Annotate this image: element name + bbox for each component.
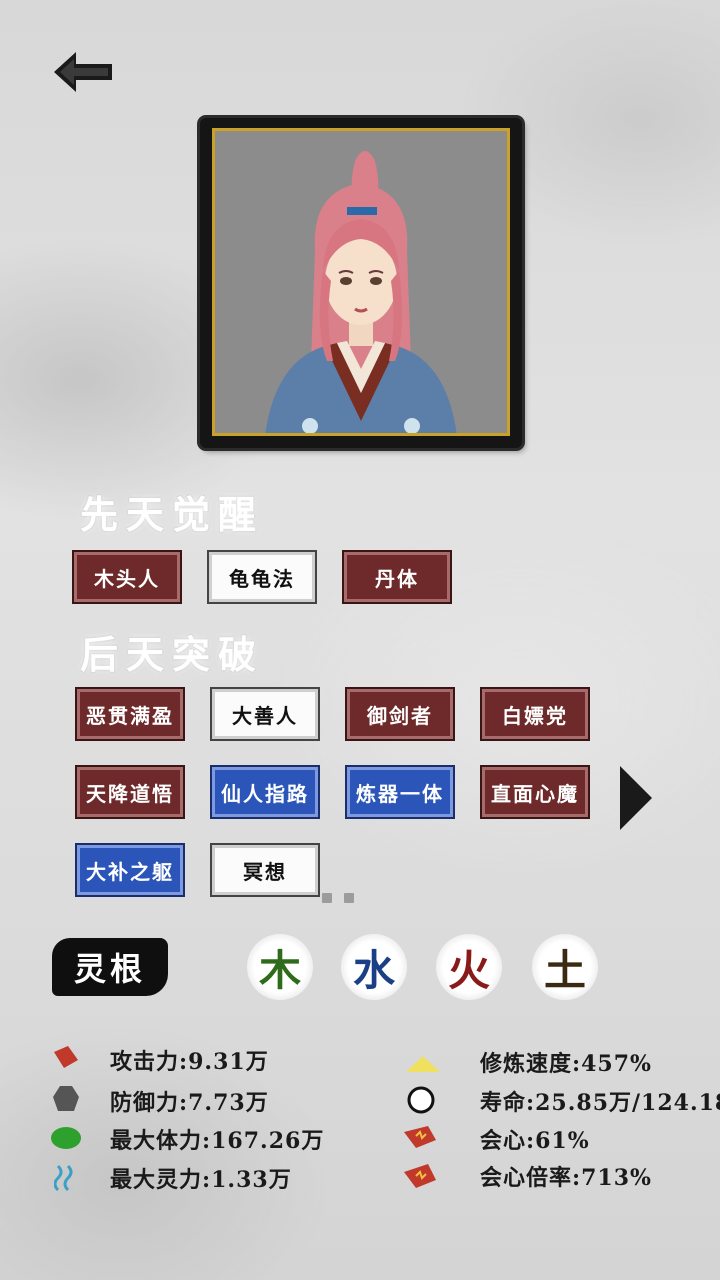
stat-crit-multiplier: 会心倍率:713% [480, 1165, 652, 1191]
acquired-tag-7[interactable]: 炼器一体 [345, 765, 455, 819]
arrow-left-icon [54, 52, 112, 92]
spirit-root-badge: 灵根 [52, 938, 168, 996]
next-page-arrow-icon[interactable] [620, 766, 652, 830]
crit-icon [404, 1126, 436, 1148]
innate-tag-3[interactable]: 丹体 [342, 550, 452, 604]
acquired-tag-5[interactable]: 天降道悟 [75, 765, 185, 819]
stat-attack: 攻击力:9.31万 [110, 1049, 269, 1075]
stat-max-mp: 最大灵力:1.33万 [110, 1167, 292, 1193]
acquired-tag-4[interactable]: 白嫖党 [480, 687, 590, 741]
acquired-tag-9[interactable]: 大补之躯 [75, 843, 185, 897]
stat-crit: 会心:61% [480, 1128, 590, 1154]
stat-defense: 防御力:7.73万 [110, 1090, 269, 1116]
cultivation-speed-icon [406, 1056, 440, 1072]
element-wood-label: 木 [258, 945, 301, 995]
innate-tag-2[interactable]: 龟龟法 [207, 550, 317, 604]
defense-icon [53, 1086, 79, 1111]
stat-lifespan: 寿命:25.85万/124.18万 [480, 1090, 720, 1116]
element-earth: 土 [532, 934, 598, 1000]
crit-multiplier-icon [404, 1164, 436, 1188]
stat-cultivation-speed: 修炼速度:457% [480, 1051, 652, 1077]
acquired-breakthrough-title: 后天突破 [80, 632, 265, 677]
lifespan-icon [407, 1086, 435, 1114]
acquired-tag-2[interactable]: 大善人 [210, 687, 320, 741]
character-illustration [215, 131, 507, 433]
page-indicator-dot-1 [322, 893, 332, 903]
attack-icon [54, 1046, 78, 1068]
acquired-tag-6[interactable]: 仙人指路 [210, 765, 320, 819]
innate-tag-1[interactable]: 木头人 [72, 550, 182, 604]
page-indicator-dot-2 [344, 893, 354, 903]
mana-icon [54, 1164, 73, 1192]
element-fire: 火 [436, 934, 502, 1000]
acquired-tag-8[interactable]: 直面心魔 [480, 765, 590, 819]
element-fire-label: 火 [447, 945, 490, 995]
stat-max-hp: 最大体力:167.26万 [110, 1128, 325, 1154]
back-button[interactable] [52, 50, 116, 94]
element-wood: 木 [247, 934, 313, 1000]
acquired-tag-10[interactable]: 冥想 [210, 843, 320, 897]
character-portrait-frame [200, 118, 522, 448]
character-portrait [212, 128, 510, 436]
element-water-label: 水 [352, 945, 395, 995]
element-water: 水 [341, 934, 407, 1000]
health-icon [51, 1127, 81, 1149]
acquired-tag-3[interactable]: 御剑者 [345, 687, 455, 741]
acquired-tag-1[interactable]: 恶贯满盈 [75, 687, 185, 741]
element-earth-label: 土 [543, 945, 586, 995]
innate-awakening-title: 先天觉醒 [80, 492, 265, 537]
